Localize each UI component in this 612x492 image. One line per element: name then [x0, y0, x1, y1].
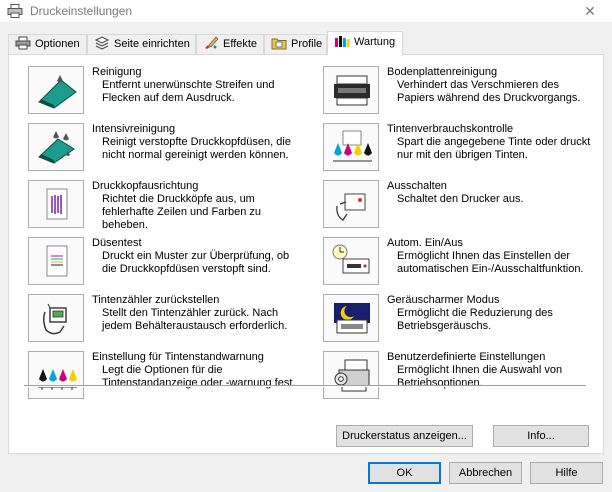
- item-description: Schaltet den Drucker aus.: [397, 193, 524, 205]
- bottom-plate-cleaning-icon: [334, 75, 370, 106]
- auto-power-icon: [332, 244, 370, 274]
- ink-usage-button[interactable]: [323, 123, 379, 171]
- folder-icon: [271, 38, 287, 50]
- tab-wartung[interactable]: Wartung: [327, 31, 403, 55]
- ink-counter-reset-icon: [43, 303, 67, 335]
- power-off-icon: [336, 193, 366, 221]
- bottom-plate-cleaning-button[interactable]: [323, 66, 379, 114]
- item-title: Ausschalten: [387, 180, 447, 192]
- maintenance-panel: Reinigung Entfernt unerwünschte Streifen…: [8, 54, 604, 454]
- auto-power-button[interactable]: [323, 237, 379, 285]
- item-title: Benutzerdefinierte Einstellungen: [387, 351, 546, 363]
- item-title: Einstellung für Tintenstandwarnung: [92, 351, 264, 363]
- ink-level-warning-icon: [38, 369, 77, 390]
- item-title: Düsentest: [92, 237, 142, 249]
- tab-optionen[interactable]: Optionen: [8, 34, 87, 54]
- tab-label: Effekte: [223, 38, 258, 51]
- item-description: Spart die angegebene Tinte oder druckt n…: [397, 136, 591, 161]
- item-title: Autom. Ein/Aus: [387, 237, 463, 249]
- pages-icon: [94, 36, 110, 50]
- tab-effekte[interactable]: Effekte: [196, 34, 264, 54]
- item-description: Verhindert das Verschmieren des Papiers …: [397, 79, 581, 104]
- nozzle-check-icon: [46, 245, 68, 277]
- ink-usage-icon: [333, 130, 372, 162]
- printer-status-button[interactable]: Druckerstatus anzeigen...: [336, 425, 473, 447]
- custom-settings-button[interactable]: [323, 351, 379, 399]
- separator: [24, 385, 586, 387]
- print-head-alignment-icon: [46, 188, 68, 220]
- tab-label: Optionen: [35, 38, 80, 51]
- brush-icon: [205, 36, 219, 50]
- item-title: Druckkopfausrichtung: [92, 180, 199, 192]
- printer-icon: [7, 4, 23, 18]
- deep-cleaning-icon: [38, 131, 75, 164]
- ok-button[interactable]: OK: [368, 462, 441, 484]
- tab-label: Seite einrichten: [114, 38, 190, 51]
- print-head-alignment-button[interactable]: [28, 180, 84, 228]
- item-description: Richtet die Druckköpfe aus, um fehlerhaf…: [102, 193, 261, 231]
- item-title: Tintenverbrauchskontrolle: [387, 123, 514, 135]
- window-title: Druckeinstellungen: [30, 4, 133, 18]
- item-description: Stellt den Tintenzähler zurück. Nach jed…: [102, 307, 288, 332]
- item-description: Ermöglicht Ihnen das Einstellen der auto…: [397, 250, 584, 275]
- quiet-mode-icon: [334, 303, 370, 334]
- printer-icon: [15, 36, 31, 50]
- item-description: Reinigt verstopfte Druckkopfdüsen, die n…: [102, 136, 291, 161]
- item-title: Geräuscharmer Modus: [387, 294, 500, 306]
- title-bar: Druckeinstellungen ✕: [0, 0, 612, 22]
- cancel-button[interactable]: Abbrechen: [449, 462, 522, 484]
- close-icon[interactable]: ✕: [572, 2, 608, 20]
- tab-profile[interactable]: Profile: [264, 34, 327, 54]
- tab-label: Profile: [291, 38, 323, 51]
- item-description: Entfernt unerwünschte Streifen und Fleck…: [102, 79, 275, 104]
- tab-seite-einrichten[interactable]: Seite einrichten: [87, 34, 196, 54]
- ink-counter-reset-button[interactable]: [28, 294, 84, 342]
- item-description: Druckt ein Muster zur Überprüfung, ob di…: [102, 250, 290, 275]
- ink-level-warning-button[interactable]: [28, 351, 84, 399]
- tab-label: Wartung: [354, 36, 396, 49]
- info-button[interactable]: Info...: [493, 425, 589, 447]
- power-off-button[interactable]: [323, 180, 379, 228]
- item-title: Bodenplattenreinigung: [387, 66, 498, 78]
- ink-icon: [335, 36, 350, 48]
- custom-settings-icon: [334, 359, 370, 392]
- item-title: Reinigung: [92, 66, 142, 78]
- item-description: Ermöglicht die Reduzierung des Betriebsg…: [397, 307, 553, 332]
- item-title: Intensivreinigung: [92, 123, 176, 135]
- help-button[interactable]: Hilfe: [530, 462, 603, 484]
- deep-cleaning-button[interactable]: [28, 123, 84, 171]
- nozzle-check-button[interactable]: [28, 237, 84, 285]
- cleaning-icon: [38, 75, 77, 109]
- item-title: Tintenzähler zurückstellen: [92, 294, 220, 306]
- cleaning-button[interactable]: [28, 66, 84, 114]
- quiet-mode-button[interactable]: [323, 294, 379, 342]
